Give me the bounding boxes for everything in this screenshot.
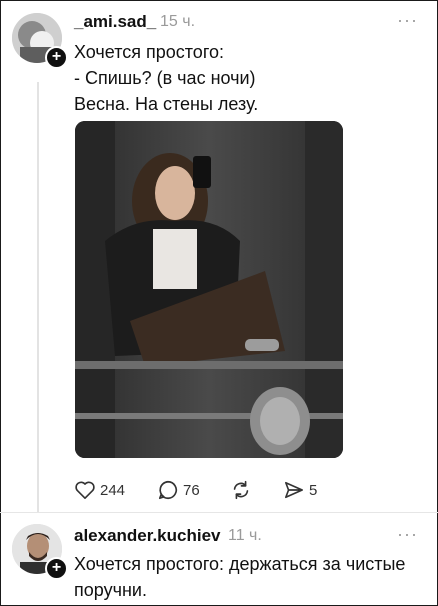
- post-text-line: Хочется простого:: [74, 42, 225, 62]
- post-username[interactable]: alexander.kuchiev: [74, 526, 220, 546]
- follow-plus-icon[interactable]: +: [45, 557, 68, 580]
- post-photo[interactable]: [75, 121, 343, 458]
- heart-icon: [75, 481, 95, 499]
- share-count: 5: [309, 481, 318, 499]
- post-text-line: поручни.: [74, 580, 147, 600]
- comment-icon: [158, 480, 178, 500]
- post-username[interactable]: _ami.sad_: [74, 12, 156, 32]
- like-count: 244: [100, 481, 126, 499]
- post-divider: [0, 512, 438, 513]
- repost-icon: [233, 480, 249, 500]
- post-time: 15 ч.: [160, 13, 196, 30]
- share-icon: [285, 481, 303, 499]
- post-time: 11 ч.: [228, 527, 262, 544]
- repost-button[interactable]: [230, 478, 256, 502]
- post-text-line: Весна. На стены лезу.: [74, 94, 259, 114]
- follow-plus-icon[interactable]: +: [45, 46, 68, 69]
- more-options-icon[interactable]: ···: [397, 524, 418, 545]
- more-options-icon[interactable]: ···: [397, 10, 418, 31]
- post-text-line: Хочется простого: держаться за чистые: [74, 554, 406, 574]
- comment-button[interactable]: 76: [157, 478, 200, 502]
- like-button[interactable]: 244: [74, 478, 125, 502]
- comment-count: 76: [183, 481, 200, 499]
- post-text-line: - Спишь? (в час ночи): [74, 68, 256, 88]
- thread-line: [37, 82, 39, 512]
- share-button[interactable]: 5: [283, 478, 317, 502]
